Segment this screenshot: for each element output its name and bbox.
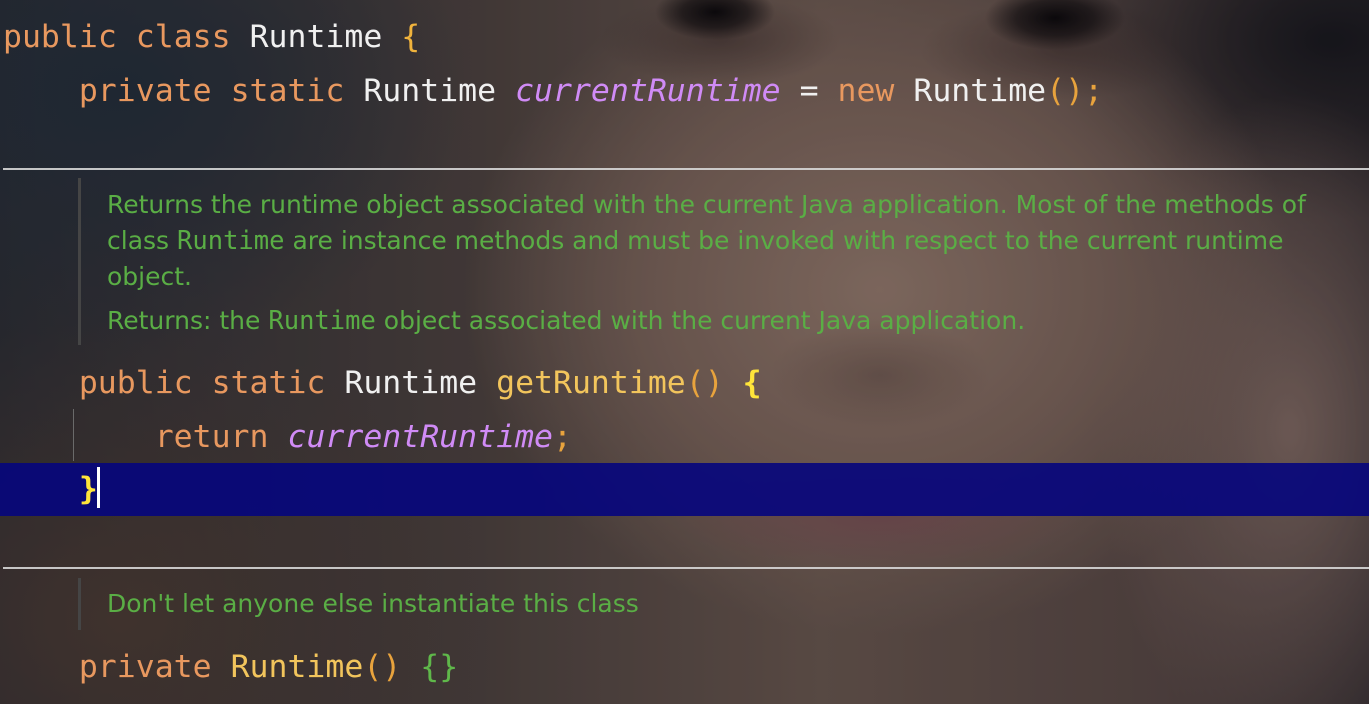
doc-code-reference: Runtime — [177, 226, 285, 256]
returned-field[interactable]: currentRuntime — [287, 419, 553, 455]
doc-text: the — [219, 306, 261, 335]
constructor-parens: () — [363, 649, 402, 685]
doc-separator — [3, 567, 1369, 569]
current-line-highlight — [0, 463, 1369, 516]
method-open-brace: { — [742, 365, 762, 401]
doc-text: are instance methods and must be invoked… — [292, 226, 1284, 255]
doc-line: class Runtime are instance methods and m… — [107, 223, 1338, 259]
constructor-doc-comment: Don't let anyone else instantiate this c… — [78, 578, 1338, 630]
doc-code-reference: Runtime — [268, 306, 376, 336]
semicolon: ; — [552, 419, 572, 455]
constructor-body-braces: {} — [420, 649, 459, 685]
text-caret — [96, 466, 100, 508]
doc-line: Don't let anyone else instantiate this c… — [107, 589, 639, 618]
return-statement-line[interactable]: return currentRuntime; — [3, 410, 572, 464]
modifier-private: private — [78, 73, 212, 109]
doc-line: object. — [107, 262, 192, 291]
code-editor[interactable]: public class Runtime { private static Ru… — [0, 0, 1369, 704]
method-declaration-line[interactable]: public static Runtime getRuntime() { — [3, 356, 762, 410]
get-runtime-doc-comment: Returns the runtime object associated wi… — [78, 178, 1338, 345]
modifier-static: static — [230, 73, 345, 109]
modifier-private: private — [78, 649, 212, 685]
field-name[interactable]: currentRuntime — [515, 73, 781, 109]
field-declaration-line[interactable]: private static Runtime currentRuntime = … — [3, 64, 1103, 118]
doc-text: class — [107, 226, 170, 255]
doc-returns-label: Returns: — [107, 306, 212, 335]
keyword-class: class — [135, 19, 231, 55]
method-name[interactable]: getRuntime — [496, 365, 686, 401]
doc-text: object associated with the current Java … — [383, 306, 1026, 335]
field-type[interactable]: Runtime — [363, 73, 496, 109]
keyword-new: new — [837, 73, 895, 109]
doc-separator — [3, 168, 1369, 170]
constructor-call-name[interactable]: Runtime — [913, 73, 1046, 109]
keyword-return: return — [154, 419, 269, 455]
modifier-public: public — [3, 19, 117, 55]
class-open-brace: { — [401, 19, 421, 55]
modifier-static: static — [211, 365, 326, 401]
modifier-public: public — [78, 365, 193, 401]
constructor-declaration-line[interactable]: private Runtime() {} — [3, 640, 458, 694]
return-type[interactable]: Runtime — [344, 365, 477, 401]
call-parens-semicolon: (); — [1046, 73, 1104, 109]
class-declaration-line[interactable]: public class Runtime { — [3, 10, 420, 64]
class-name[interactable]: Runtime — [250, 19, 383, 55]
constructor-name[interactable]: Runtime — [231, 649, 364, 685]
assign-operator: = — [799, 73, 819, 109]
doc-line: Returns the runtime object associated wi… — [107, 190, 1306, 219]
method-parens: () — [685, 365, 724, 401]
method-close-brace: } — [78, 471, 98, 507]
doc-returns-line: Returns: the Runtime object associated w… — [107, 303, 1338, 339]
method-close-line[interactable]: } — [3, 462, 100, 516]
